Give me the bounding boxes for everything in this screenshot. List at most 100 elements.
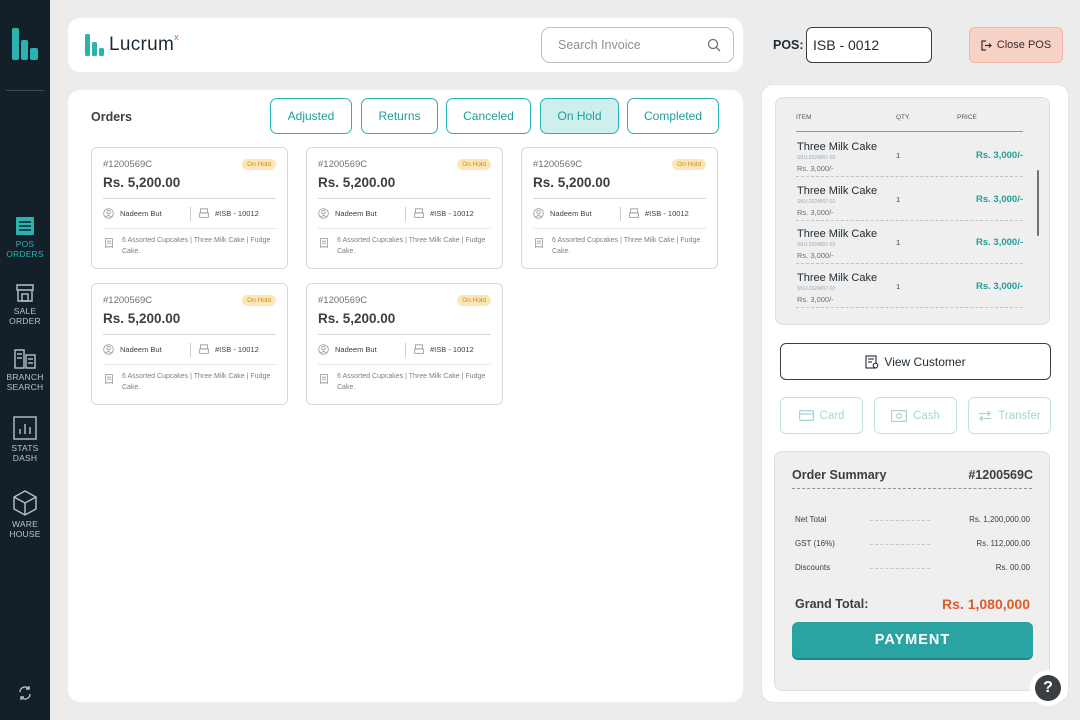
- search-box[interactable]: [541, 27, 734, 63]
- order-customer: Nadeem But: [103, 344, 162, 355]
- brand-name: Lucrum: [109, 34, 175, 55]
- order-amount: Rs. 5,200.00: [103, 175, 181, 190]
- status-badge: On Hold: [457, 159, 491, 170]
- credit-card-icon: [798, 410, 814, 421]
- order-card[interactable]: #1200569C On Hold Rs. 5,200.00 Nadeem But #I…: [306, 283, 503, 405]
- order-id: #1200569C: [103, 295, 153, 306]
- close-pos-label: Close POS: [996, 39, 1052, 51]
- summary-divider: [792, 488, 1032, 489]
- order-card[interactable]: #1200569C On Hold Rs. 5,200.00 Nadeem But #I…: [91, 147, 288, 269]
- customer-name: Nadeem But: [335, 345, 377, 354]
- register-icon: [414, 344, 424, 354]
- order-card[interactable]: #1200569C On Hold Rs. 5,200.00 Nadeem But #I…: [91, 283, 288, 405]
- filter-on-hold[interactable]: On Hold: [540, 98, 619, 134]
- card-vertical-divider: [620, 207, 621, 221]
- payment-button[interactable]: PAYMENT: [792, 622, 1033, 658]
- card-divider: [103, 198, 276, 199]
- user-icon: [103, 208, 114, 219]
- cart-item-qty: 1: [896, 281, 901, 291]
- search-input[interactable]: [558, 38, 698, 52]
- cart-table: ITEM QTY. PRICE Three Milk Cake SKU:20248…: [775, 97, 1050, 325]
- cart-item-unit-price: Rs. 3,000/-: [797, 207, 834, 217]
- sidebar-item-pos-orders[interactable]: POS ORDERS: [0, 216, 50, 259]
- cart-row[interactable]: Three Milk Cake SKU:2024897-02 Rs. 3,000/-…: [796, 178, 1023, 221]
- pos-id: #ISB - 10012: [645, 208, 689, 218]
- order-pos: #ISB - 10012: [414, 344, 474, 354]
- card-payment-button[interactable]: Card: [780, 397, 863, 434]
- summary-row-gst: GST (16%) Rs. 112,000.00: [795, 539, 1030, 551]
- pos-id: #ISB - 10012: [430, 208, 474, 218]
- cart-row[interactable]: Three Milk Cake SKU:2024897-02 Rs. 3,000/-…: [796, 221, 1023, 264]
- sidebar-item-branch-search[interactable]: BRANCH SEARCH: [0, 349, 50, 392]
- order-card[interactable]: #1200569C On Hold Rs. 5,200.00 Nadeem But #I…: [521, 147, 718, 269]
- sidebar-item-sale-order[interactable]: SALE ORDER: [0, 283, 50, 326]
- cart-item-unit-price: Rs. 3,000/-: [797, 164, 834, 173]
- sidebar-item-warehouse[interactable]: WARE HOUSE: [0, 490, 50, 539]
- summary-row-value: Rs. 112,000.00: [976, 539, 1030, 548]
- pos-id: #ISB - 10012: [215, 344, 259, 354]
- cart-item-price: Rs. 3,000/-: [976, 150, 1023, 161]
- order-customer: Nadeem But: [103, 208, 162, 219]
- sync-icon[interactable]: [16, 684, 34, 702]
- orders-title: Orders: [91, 110, 132, 124]
- filter-returns[interactable]: Returns: [361, 98, 438, 134]
- order-items: 6 Assorted Cupcakes | Three Milk Cake | …: [533, 236, 706, 257]
- cart-item-unit-price: Rs. 3,000/-: [797, 251, 834, 260]
- order-items-text: 6 Assorted Cupcakes | Three Milk Cake | …: [122, 237, 271, 255]
- transfer-payment-button[interactable]: Transfer: [968, 397, 1051, 434]
- view-customer-label: View Customer: [884, 354, 966, 369]
- cart-scrollbar[interactable]: [1037, 170, 1039, 236]
- pos-field[interactable]: [806, 27, 932, 63]
- sidebar-item-stats-dash[interactable]: STATS DASH: [0, 416, 50, 463]
- cart-item-qty: 1: [896, 238, 901, 247]
- brand-superscript: x: [174, 32, 179, 42]
- cart-row[interactable]: Three Milk Cake SKU:2024897-02 Rs. 3,000/-…: [796, 265, 1023, 308]
- order-customer: Nadeem But: [533, 208, 592, 219]
- view-customer-button[interactable]: View Customer: [780, 343, 1051, 380]
- brand-logo: Lucrum x: [85, 32, 179, 58]
- filter-adjusted[interactable]: Adjusted: [270, 98, 352, 134]
- order-items-text: 6 Assorted Cupcakes | Three Milk Cake | …: [337, 373, 486, 391]
- order-items: 6 Assorted Cupcakes | Three Milk Cake | …: [103, 372, 276, 393]
- status-badge: On Hold: [672, 159, 706, 170]
- cash-icon: [891, 409, 908, 422]
- register-icon: [199, 344, 209, 354]
- help-button[interactable]: ?: [1030, 670, 1066, 706]
- order-pos: #ISB - 10012: [414, 208, 474, 218]
- close-pos-button[interactable]: Close POS: [969, 27, 1063, 63]
- summary-row-label: GST (16%): [795, 539, 835, 548]
- filter-canceled[interactable]: Canceled: [446, 98, 531, 134]
- transfer-icon: [979, 410, 992, 421]
- receipt-icon: [320, 238, 328, 248]
- order-amount: Rs. 5,200.00: [103, 311, 181, 326]
- cart-item-name: Three Milk Cake: [797, 141, 878, 153]
- cart-item-unit-price: Rs. 3,000/-: [797, 294, 834, 304]
- cart-item-name: Three Milk Cake: [797, 228, 878, 240]
- order-card[interactable]: #1200569C On Hold Rs. 5,200.00 Nadeem But #I…: [306, 147, 503, 269]
- lucrum-logo-icon: [85, 34, 104, 56]
- cash-label: Cash: [913, 409, 940, 422]
- orders-panel: Orders Adjusted Returns Canceled On Hold…: [68, 90, 743, 702]
- sidebar-item-label: SALE ORDER: [9, 306, 41, 326]
- filter-completed[interactable]: Completed: [627, 98, 719, 134]
- cart-item-price: Rs. 3,000/-: [976, 237, 1023, 248]
- box-icon: [13, 490, 37, 516]
- order-amount: Rs. 5,200.00: [318, 175, 396, 190]
- sidebar-item-label: BRANCH SEARCH: [6, 372, 44, 392]
- search-icon[interactable]: [707, 38, 721, 52]
- cart-item-sku: SKU:2024897-02: [797, 285, 836, 292]
- branch-icon: [14, 349, 36, 369]
- exit-icon: [981, 39, 992, 51]
- status-badge: On Hold: [457, 295, 491, 306]
- sidebar: POS ORDERS SALE ORDER BRANCH SEARCH STATS DA…: [0, 0, 50, 720]
- order-pos: #ISB - 10012: [199, 344, 259, 354]
- pos-label: POS:: [773, 38, 804, 52]
- user-icon: [318, 344, 329, 355]
- card-divider: [318, 198, 491, 199]
- cart-item-price: Rs. 3,000/-: [976, 193, 1023, 205]
- card-label: Card: [819, 409, 845, 422]
- order-id: #1200569C: [318, 159, 368, 170]
- cash-payment-button[interactable]: Cash: [874, 397, 957, 434]
- cart-row[interactable]: Three Milk Cake SKU:2024897-02 Rs. 3,000/-…: [796, 134, 1023, 177]
- register-icon: [199, 208, 209, 218]
